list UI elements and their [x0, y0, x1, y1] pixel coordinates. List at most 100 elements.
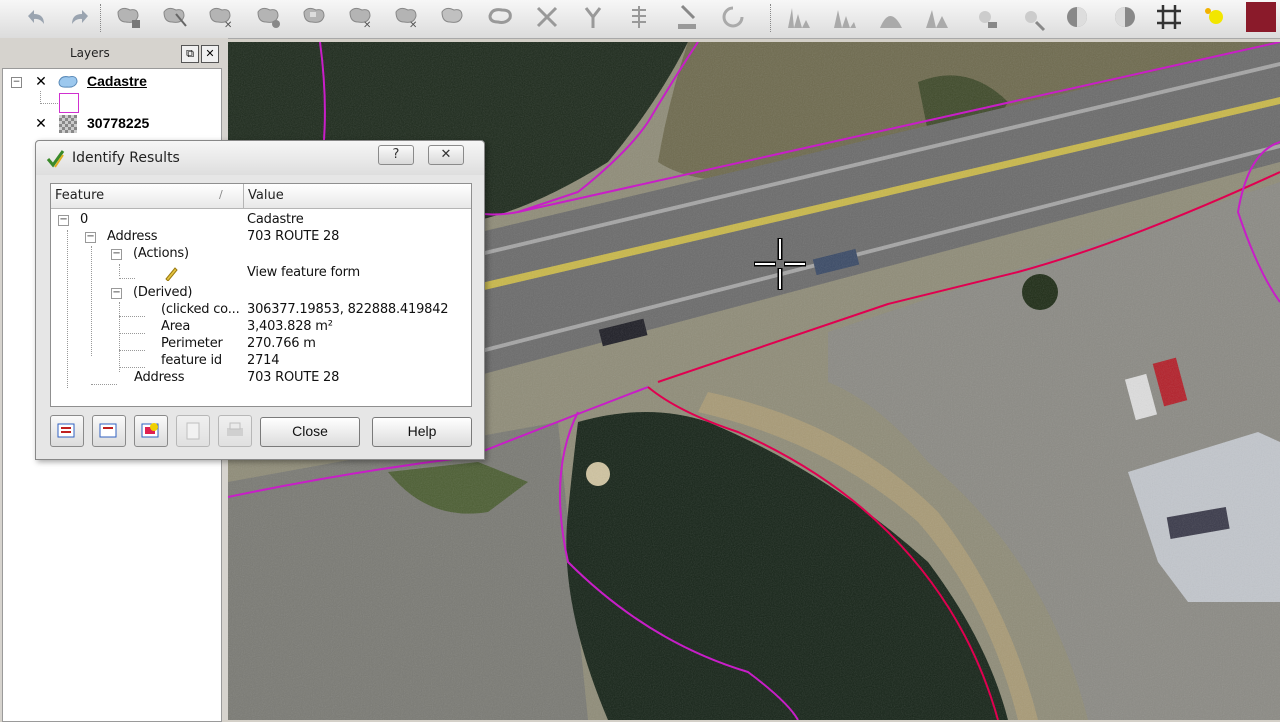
add-feature-icon[interactable]: [114, 2, 144, 32]
collapse-tree-icon: [99, 423, 117, 438]
add-ring-icon[interactable]: [300, 2, 330, 32]
svg-text:✕: ✕: [224, 20, 232, 31]
copy-feature-button[interactable]: [176, 415, 210, 447]
undo-icon[interactable]: [20, 2, 50, 32]
feature-cell: Area: [161, 319, 191, 334]
split-parts-icon[interactable]: [578, 2, 608, 32]
dialog-titlebar[interactable]: Identify Results ? ✕: [36, 141, 484, 175]
collapse-icon[interactable]: −: [85, 232, 96, 243]
tree-row[interactable]: − 0 Cadastre: [51, 212, 471, 229]
move-feature-icon[interactable]: [160, 2, 190, 32]
feature-cell: (Derived): [133, 285, 193, 300]
highlight-icon[interactable]: [1200, 2, 1230, 32]
feature-cell: (clicked co...: [161, 302, 240, 317]
feature-cell: 0: [80, 212, 89, 227]
identify-icon: [46, 150, 65, 168]
sort-indicator-icon: ∕: [219, 188, 223, 201]
grid-icon[interactable]: [1154, 2, 1184, 32]
results-tree[interactable]: Feature ∕ Value − 0 Cadastre − Address 7…: [50, 183, 472, 407]
value-cell: 306377.19853, 822888.419842: [247, 302, 449, 317]
collapse-icon[interactable]: −: [111, 288, 122, 299]
raster-stretch-icon[interactable]: [830, 2, 860, 32]
toolbar-overflow-icon[interactable]: [1246, 2, 1276, 32]
column-header-feature[interactable]: Feature: [55, 188, 104, 203]
help-button[interactable]: Help: [372, 417, 472, 447]
contrast-up-icon[interactable]: [1110, 2, 1140, 32]
tree-row[interactable]: Address 703 ROUTE 28: [51, 370, 471, 387]
help-titlebar-button[interactable]: ?: [378, 145, 414, 165]
tree-line: [40, 103, 58, 104]
column-header-value[interactable]: Value: [248, 188, 284, 203]
collapse-tree-button[interactable]: [92, 415, 126, 447]
feature-cell: (Actions): [133, 246, 189, 261]
print-button[interactable]: [218, 415, 252, 447]
layers-title: Layers: [70, 46, 110, 60]
tree-row[interactable]: View feature form: [51, 265, 471, 282]
toolbar-separator: [100, 4, 103, 32]
delete-part-icon[interactable]: [254, 2, 284, 32]
tree-row[interactable]: (clicked co... 306377.19853, 822888.4198…: [51, 302, 471, 319]
node-tool-icon[interactable]: ✕: [206, 2, 236, 32]
brightness-down-icon[interactable]: [970, 2, 1000, 32]
redo-icon[interactable]: [66, 2, 96, 32]
tree-row[interactable]: − Address 703 ROUTE 28: [51, 229, 471, 246]
rotate-point-icon[interactable]: [718, 2, 748, 32]
split-feature-icon[interactable]: [532, 2, 562, 32]
toolbar-separator: [770, 4, 773, 32]
close-button[interactable]: Close: [260, 417, 360, 447]
main-toolbar: ✕ ✕ ✕: [0, 0, 1280, 39]
tree-row[interactable]: Area 3,403.828 m²: [51, 319, 471, 336]
vector-layer-icon: [58, 76, 78, 88]
tree-row[interactable]: − (Derived): [51, 285, 471, 302]
layer-label: Cadastre: [87, 73, 147, 89]
expand-new-icon: [141, 423, 159, 438]
collapse-icon[interactable]: −: [11, 77, 22, 88]
feature-cell: feature id: [161, 353, 222, 368]
layer-visibility-checkbox[interactable]: ✕: [34, 117, 48, 131]
close-panel-button[interactable]: ✕: [201, 45, 219, 63]
column-divider[interactable]: [243, 184, 244, 208]
raster-histogram-icon[interactable]: [784, 2, 814, 32]
svg-text:✕: ✕: [363, 20, 371, 31]
raster-minmax-icon[interactable]: [922, 2, 952, 32]
tree-row[interactable]: feature id 2714: [51, 353, 471, 370]
value-cell[interactable]: View feature form: [247, 265, 360, 280]
contrast-down-icon[interactable]: [1062, 2, 1092, 32]
raster-cumulative-icon[interactable]: [876, 2, 906, 32]
value-cell: 3,403.828 m²: [247, 319, 333, 334]
print-icon: [227, 422, 243, 436]
feature-cell: Perimeter: [161, 336, 223, 351]
dialog-title: Identify Results: [72, 150, 180, 166]
float-panel-button[interactable]: ⧉: [181, 45, 199, 63]
feature-cell: Address: [134, 370, 185, 385]
brightness-up-icon[interactable]: [1016, 2, 1046, 32]
value-cell: Cadastre: [247, 212, 304, 227]
edit-pencil-icon: [165, 267, 178, 281]
layer-visibility-checkbox[interactable]: ✕: [34, 75, 48, 89]
expand-tree-icon: [57, 423, 75, 438]
delete-ring-icon[interactable]: ✕: [346, 2, 376, 32]
copy-icon: [186, 422, 200, 440]
expand-tree-button[interactable]: [50, 415, 84, 447]
tree-row[interactable]: Perimeter 270.766 m: [51, 336, 471, 353]
merge-features-icon[interactable]: [624, 2, 654, 32]
value-cell: 2714: [247, 353, 280, 368]
svg-text:✕: ✕: [409, 20, 417, 31]
layer-item-cadastre[interactable]: − ✕ Cadastre: [3, 72, 221, 92]
results-header: Feature ∕ Value: [51, 184, 471, 209]
collapse-icon[interactable]: −: [58, 215, 69, 226]
feature-cell: Address: [107, 229, 158, 244]
close-titlebar-button[interactable]: ✕: [428, 145, 464, 165]
layer-symbol-swatch: [59, 93, 79, 113]
value-cell: 270.766 m: [247, 336, 316, 351]
reshape-icon[interactable]: [438, 2, 468, 32]
add-part-icon[interactable]: ✕: [392, 2, 422, 32]
offset-curve-icon[interactable]: [486, 2, 516, 32]
collapse-icon[interactable]: −: [111, 249, 122, 260]
layer-item-raster[interactable]: ✕ 30778225: [3, 114, 221, 134]
merge-attributes-icon[interactable]: [672, 2, 702, 32]
identify-results-dialog: Identify Results ? ✕ Feature ∕ Value − 0…: [35, 140, 485, 460]
tree-row[interactable]: − (Actions): [51, 246, 471, 263]
expand-new-button[interactable]: [134, 415, 168, 447]
value-cell: 703 ROUTE 28: [247, 229, 340, 244]
